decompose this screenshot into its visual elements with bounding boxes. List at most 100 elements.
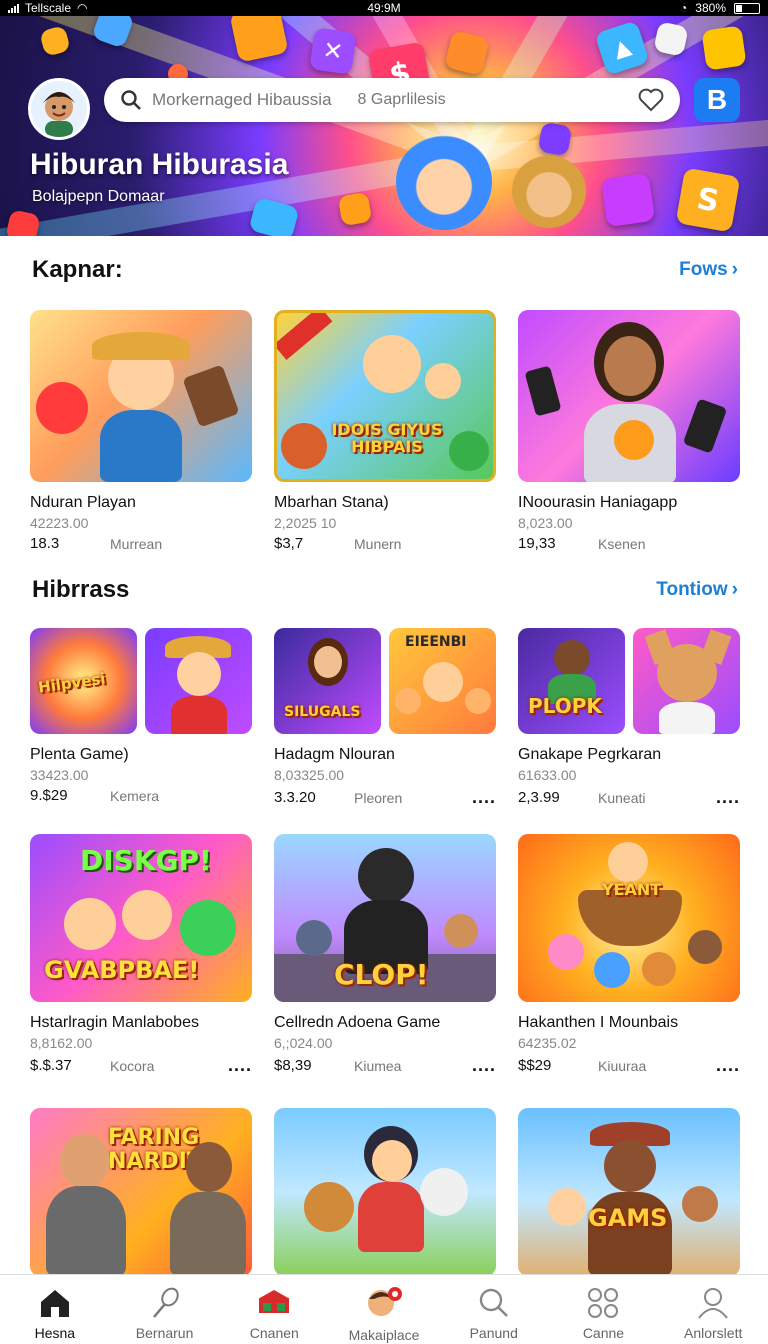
more-options-icon[interactable]: .... (716, 1055, 740, 1076)
more-options-icon[interactable]: .... (228, 1055, 252, 1076)
heart-icon[interactable] (638, 88, 664, 112)
game-art-text: DISKGP! (80, 844, 212, 877)
game-art-text: YEANT (602, 880, 662, 899)
hero-banner: ✕ $ ▲ S Morkernaged Hibaussia 8 Gaprlile… (0, 16, 768, 236)
signal-icon (8, 3, 19, 13)
battery-percent: 380% (695, 1, 726, 15)
alarm-icon: ◔ (680, 1, 688, 15)
game-subtext: 8,03325.00 (274, 767, 345, 783)
section-header-hibrrass: Hibrrass Tontiow › (32, 576, 738, 604)
game-thumbnail: GAMS (518, 1108, 740, 1276)
nav-item-marketplace[interactable]: Makaiplace (329, 1275, 439, 1344)
dice-tile-icon (600, 172, 656, 228)
avatar-icon (368, 1287, 403, 1316)
game-tag: Kemera (110, 787, 160, 804)
game-card[interactable]: IDOIS GIYUS HIBPAIS Mbarhan Stana) 2,202… (274, 310, 496, 552)
game-price: $3,7 (274, 535, 304, 552)
nav-item-search[interactable]: Panund (439, 1275, 549, 1344)
nav-label: Bernarun (135, 1325, 194, 1341)
hero-title: Hiburan Hiburasia (30, 148, 289, 181)
search-icon (121, 90, 141, 110)
more-options-icon[interactable]: .... (716, 787, 740, 808)
character-boy-illustration (512, 154, 586, 228)
game-title: Gnakape Pegrkaran (518, 746, 662, 763)
carrier-label: Tellscale (25, 1, 72, 15)
game-card[interactable]: PLOPK Gnakape Pegrkaran 61633.00 2,3.99 K… (518, 628, 740, 808)
pen-icon (152, 1287, 179, 1318)
game-art-text: GAMS (588, 1204, 668, 1232)
nav-label: Canne (582, 1325, 625, 1341)
game-tag: Kiuuraa (598, 1057, 647, 1074)
game-card[interactable]: CLOP! Cellredn Adoena Game 6,;024.00 $8,… (274, 834, 496, 1076)
search-bar[interactable]: Morkernaged Hibaussia 8 Gaprlilesis (104, 78, 680, 122)
nav-label: Panund (469, 1325, 518, 1341)
game-card[interactable] (274, 1108, 496, 1276)
brand-button[interactable]: B (694, 78, 740, 122)
section-more-link[interactable]: Fows › (679, 259, 738, 281)
game-card[interactable]: YEANT Hakanthen I Mounbais 64235.02 $$29… (518, 834, 740, 1076)
game-card[interactable]: INoourasin Haniagapp 8,023.00 19,33 Ksene… (518, 310, 740, 552)
character-girl-illustration (396, 134, 492, 230)
game-price: 18.3 (30, 535, 60, 552)
game-card[interactable]: Hilpvesi Plenta Game) 33423.00 9.$29 Keme… (30, 628, 252, 804)
game-price: $8,39 (274, 1057, 312, 1074)
game-art-text: SILUGALS (284, 704, 361, 720)
game-card[interactable]: GAMS (518, 1108, 740, 1276)
game-thumbnail: EIEENBI (389, 628, 496, 734)
section-header-kapnar: Kapnar: Fows › (32, 256, 738, 284)
game-price: 2,3.99 (518, 789, 560, 806)
game-title: Mbarhan Stana) (274, 494, 389, 511)
dice-tile-icon: S (675, 167, 741, 233)
game-thumbnail: PLOPK (518, 628, 625, 734)
nav-label: Hesna (34, 1325, 76, 1341)
wifi-icon: ◠ (77, 1, 88, 15)
game-card[interactable]: DISKGP! GVABPBAE! Hstarlragin Manlabobes… (30, 834, 252, 1076)
game-title: Hstarlragin Manlabobes (30, 1014, 199, 1031)
nav-item-profile[interactable]: Anlorslett (658, 1275, 768, 1344)
game-subtext: 61633.00 (518, 767, 577, 783)
game-art-text-secondary: EIEENBI (405, 634, 467, 650)
search-placeholder: Morkernaged Hibaussia (152, 90, 332, 109)
game-title: Nduran Playan (30, 494, 136, 511)
game-thumbnail (30, 310, 252, 482)
nav-item-pen[interactable]: Bernarun (110, 1275, 220, 1344)
game-card[interactable]: SILUGALS EIEENBI Hadagm Nlouran 8,03325.… (274, 628, 496, 808)
game-art-text: PLOPK (528, 694, 602, 718)
game-art-text: Hilpvesi (37, 669, 107, 697)
game-title: Plenta Game) (30, 746, 129, 763)
dice-tile-icon: ✕ (309, 27, 357, 75)
more-options-icon[interactable]: .... (472, 787, 496, 808)
search-secondary-text: 8 Gaprlilesis (357, 91, 446, 108)
game-thumbnail (633, 628, 740, 734)
section-more-link[interactable]: Tontiow › (656, 579, 738, 601)
game-subtext: 33423.00 (30, 767, 89, 783)
nav-label: Cnanen (249, 1325, 299, 1341)
dice-tile-icon (5, 209, 41, 236)
dice-tile-icon (701, 25, 747, 71)
game-tag: Murrean (110, 535, 163, 552)
game-card[interactable]: Nduran Playan 42223.00 18.3 Murrean (30, 310, 252, 552)
game-card[interactable]: FARING NARDIT! (30, 1108, 252, 1276)
dice-tile-icon (443, 29, 491, 77)
game-thumbnail: Hilpvesi (30, 628, 137, 734)
home-icon (40, 1290, 69, 1317)
user-avatar[interactable] (28, 78, 90, 140)
game-title: Hakanthen I Mounbais (518, 1014, 679, 1031)
section-title: Hibrrass (32, 576, 130, 603)
section-title: Kapnar: (32, 256, 123, 283)
game-thumbnail (145, 628, 252, 734)
nav-label: Anlorslett (683, 1325, 743, 1341)
game-price: 9.$29 (30, 787, 68, 804)
nav-label: Makaiplace (348, 1327, 420, 1343)
game-title: Cellredn Adoena Game (274, 1014, 441, 1031)
more-options-icon[interactable]: .... (472, 1055, 496, 1076)
nav-item-games[interactable]: Canne (549, 1275, 659, 1344)
game-title: INoourasin Haniagapp (518, 494, 678, 511)
more-label: Tontiow (656, 579, 728, 600)
status-bar: Tellscale ◠ 49:9M ◔ 380% (0, 0, 768, 16)
profile-icon (698, 1288, 728, 1319)
nav-item-home[interactable]: Hesna (0, 1275, 110, 1344)
game-tag: Munern (354, 535, 402, 552)
game-thumbnail: SILUGALS (274, 628, 381, 734)
nav-item-store[interactable]: Cnanen (219, 1275, 329, 1344)
